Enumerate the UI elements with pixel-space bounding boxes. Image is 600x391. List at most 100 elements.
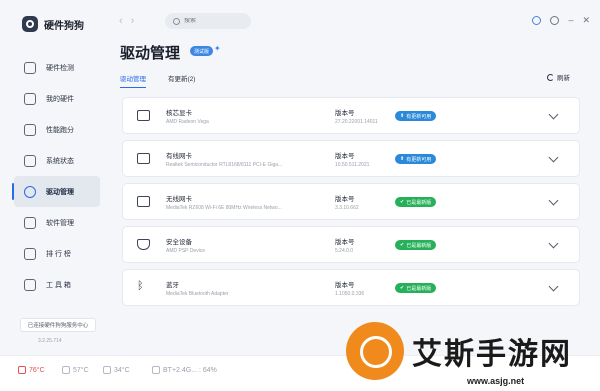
chevron-down-icon[interactable] [548, 109, 559, 120]
chevron-down-icon[interactable] [548, 195, 559, 206]
gpu-temp: 57°C [62, 366, 89, 374]
wifi-card-icon [137, 196, 150, 207]
sidebar-item-hardware-detect[interactable]: 硬件检测 [14, 52, 100, 83]
cpu-temp: 76°C [18, 366, 45, 374]
refresh-button[interactable]: 刷新 [547, 72, 570, 82]
app-window: 硬件狗狗 硬件检测 我的硬件 性能跑分 系统状态 驱动管理 软件管理 排 行 榜… [0, 0, 600, 391]
list-item[interactable]: 安全设备 AMD PSP Device 版本号 5.24.0.0 ✔ 已是最新版 [122, 226, 580, 263]
refresh-label: 刷新 [557, 75, 570, 82]
app-logo: 硬件狗狗 [22, 16, 84, 32]
status-text: 有更新可用 [406, 156, 432, 163]
sidebar: 硬件狗狗 硬件检测 我的硬件 性能跑分 系统状态 驱动管理 软件管理 排 行 榜… [0, 0, 107, 355]
chevron-down-icon[interactable] [548, 281, 559, 292]
list-item[interactable]: ᛒ 蓝牙 MediaTek Bluetooth Adapter 版本号 1.10… [122, 269, 580, 306]
sidebar-item-software-management[interactable]: 软件管理 [14, 207, 100, 238]
sidebar-item-driver-management[interactable]: 驱动管理 [12, 176, 100, 207]
customer-service-icon[interactable] [532, 15, 542, 25]
device-model: AMD PSP Device [166, 248, 206, 254]
device-name: 蓝牙 [166, 282, 179, 289]
my-hardware-icon [24, 92, 36, 105]
status-badge[interactable]: ⬆ 有更新可用 [395, 111, 437, 121]
disk-icon [103, 366, 111, 374]
chevron-down-icon[interactable] [548, 238, 559, 249]
grid-apps-icon [24, 216, 36, 229]
version-label: 版本号 [335, 282, 355, 289]
cpu-temp-value: 76°C [29, 366, 45, 374]
hardware-detect-icon [24, 61, 36, 74]
version-label: 版本号 [335, 196, 355, 203]
list-item[interactable]: 核芯显卡 AMD Radeon Vega 版本号 27.20.22001.140… [122, 97, 580, 134]
gpu-icon [62, 366, 70, 374]
status-icon [24, 154, 36, 167]
driver-list: 核芯显卡 AMD Radeon Vega 版本号 27.20.22001.140… [122, 97, 580, 312]
device-name: 有线网卡 [166, 153, 192, 160]
forward-arrow-icon[interactable]: › [131, 15, 143, 27]
watermark-url: www.asjg.net [467, 376, 525, 386]
display-card-icon [137, 110, 150, 121]
sidebar-nav: 硬件检测 我的硬件 性能跑分 系统状态 驱动管理 软件管理 排 行 榜 工 具 … [12, 52, 100, 300]
network-status: BT+2.4G... : 64% [152, 366, 217, 374]
gauge-icon [24, 123, 36, 136]
close-icon[interactable]: ✕ [582, 15, 590, 25]
sidebar-item-label: 性能跑分 [46, 126, 74, 134]
device-name: 安全设备 [166, 239, 192, 246]
device-model: MediaTek Bluetooth Adapter [166, 291, 229, 297]
list-item[interactable]: 无线网卡 MediaTek RZ608 Wi-Fi 6E 80MHz Wirel… [122, 183, 580, 220]
status-text: 有更新可用 [406, 113, 432, 120]
status-text: 已是最新版 [406, 199, 432, 206]
sidebar-item-benchmark[interactable]: 性能跑分 [14, 114, 100, 145]
search-box [165, 13, 251, 29]
search-input[interactable] [184, 18, 244, 24]
sparkle-icon: ✦ [214, 44, 221, 53]
sidebar-item-label: 我的硬件 [46, 95, 74, 103]
status-badge: ✔ 已是最新版 [395, 240, 437, 250]
ethernet-icon [137, 153, 150, 164]
status-badge[interactable]: ⬆ 有更新可用 [395, 154, 437, 164]
beta-badge: 测试版 [190, 46, 214, 56]
app-version: 3.2.25.714 [38, 338, 62, 344]
gpu-temp-value: 57°C [73, 366, 89, 374]
device-name: 核芯显卡 [166, 110, 192, 117]
refresh-icon [547, 73, 554, 81]
device-model: Realtek Semiconductor RTL8168/8111 PCI-E… [166, 162, 283, 168]
version-value: 3.3.10.662 [335, 205, 359, 211]
topbar: ‹› – ✕ [107, 10, 600, 34]
sidebar-item-ranking[interactable]: 排 行 榜 [14, 238, 100, 269]
version-value: 27.20.22001.14011 [335, 119, 378, 125]
back-arrow-icon[interactable]: ‹ [119, 15, 131, 27]
status-text: 已是最新版 [406, 242, 432, 249]
version-label: 版本号 [335, 239, 355, 246]
cpu-icon [18, 366, 26, 374]
disk-temp-value: 34°C [114, 366, 130, 374]
settings-gear-icon[interactable] [550, 15, 560, 25]
tab-driver-management[interactable]: 驱动管理 [120, 73, 146, 88]
sidebar-item-label: 系统状态 [46, 157, 74, 165]
sidebar-item-label: 驱动管理 [46, 188, 74, 196]
network-value: BT+2.4G... : 64% [163, 366, 217, 374]
status-text: 已是最新版 [406, 285, 432, 292]
watermark: 艾斯手游网 [346, 322, 572, 380]
sidebar-item-label: 工 具 箱 [46, 281, 71, 289]
logo-icon [22, 16, 38, 32]
chevron-down-icon[interactable] [548, 152, 559, 163]
service-center-button[interactable]: 已连接硬件狗狗服务中心 [20, 318, 96, 332]
minimize-icon[interactable]: – [568, 15, 573, 25]
sidebar-item-label: 软件管理 [46, 219, 74, 227]
sidebar-item-system-status[interactable]: 系统状态 [14, 145, 100, 176]
version-label: 版本号 [335, 153, 355, 160]
device-model: AMD Radeon Vega [166, 119, 209, 125]
tab-bar: 驱动管理 有更新(2) [120, 73, 195, 88]
version-value: 10.50.511.2021 [335, 162, 370, 168]
watermark-logo-icon [346, 322, 404, 380]
version-label: 版本号 [335, 110, 355, 117]
device-name: 无线网卡 [166, 196, 192, 203]
list-item[interactable]: 有线网卡 Realtek Semiconductor RTL8168/8111 … [122, 140, 580, 177]
sidebar-item-my-hardware[interactable]: 我的硬件 [14, 83, 100, 114]
network-icon [152, 366, 160, 374]
sidebar-item-label: 硬件检测 [46, 64, 74, 72]
sidebar-item-toolbox[interactable]: 工 具 箱 [14, 269, 100, 300]
tab-updates[interactable]: 有更新(2) [168, 73, 195, 88]
status-badge: ✔ 已是最新版 [395, 283, 437, 293]
watermark-text: 艾斯手游网 [412, 337, 572, 372]
app-name: 硬件狗狗 [44, 20, 84, 32]
